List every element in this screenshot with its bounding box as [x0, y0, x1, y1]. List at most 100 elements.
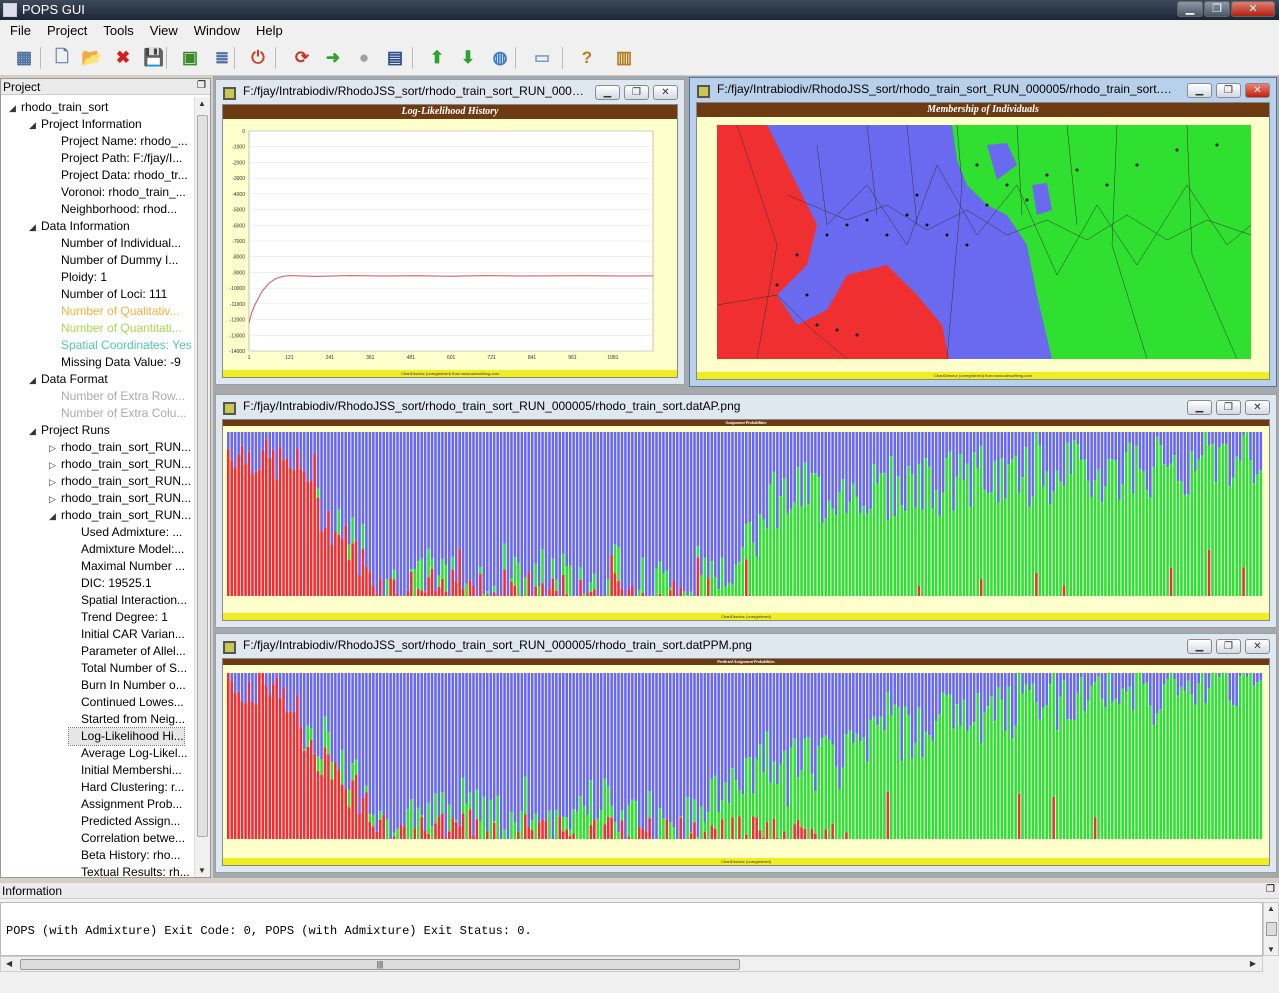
tree-item[interactable]: Spatial Interaction...: [69, 592, 187, 609]
tree-item[interactable]: Number of Loci: 111: [49, 286, 167, 303]
menu-view[interactable]: View: [142, 23, 186, 38]
scroll-left-icon[interactable]: ◀: [6, 959, 12, 968]
tree-item[interactable]: Initial Membershi...: [69, 762, 182, 779]
sub-maximize-button[interactable]: ❐: [1216, 400, 1241, 415]
expand-arrow-icon[interactable]: ◢: [49, 508, 61, 525]
scroll-up-icon[interactable]: ▲: [198, 99, 206, 108]
info-vscroll-thumb[interactable]: [1266, 922, 1277, 936]
new-project-icon[interactable]: 🗋: [50, 46, 74, 70]
menu-help[interactable]: Help: [248, 23, 291, 38]
menu-tools[interactable]: Tools: [95, 23, 141, 38]
sub-close-button[interactable]: ✕: [653, 85, 678, 100]
tree-item[interactable]: ▷ rhodo_train_sort_RUN...: [49, 490, 191, 507]
ppm-subwindow[interactable]: F:/fjay/Intrabiodiv/RhodoJSS_sort/rhodo_…: [215, 633, 1277, 873]
tree-item[interactable]: ▷ rhodo_train_sort_RUN...: [49, 473, 191, 490]
tree-item[interactable]: Spatial Coordinates: Yes: [49, 337, 192, 354]
move-up-icon[interactable]: ⬆: [425, 46, 449, 70]
tree-scrollbar[interactable]: ▲ ▼: [194, 97, 210, 877]
sub-minimize-button[interactable]: ▁: [1187, 639, 1212, 654]
maximize-button[interactable]: ❐: [1204, 1, 1230, 17]
close-button[interactable]: ✕: [1231, 1, 1275, 17]
tree-item[interactable]: Assignment Prob...: [69, 796, 182, 813]
expand-arrow-icon[interactable]: ▷: [49, 491, 61, 508]
sub-minimize-button[interactable]: ▁: [595, 85, 620, 100]
info-horizontal-scrollbar[interactable]: ◀ ||| ▶: [0, 956, 1263, 972]
expand-arrow-icon[interactable]: ◢: [29, 219, 41, 236]
expand-arrow-icon[interactable]: ▷: [49, 474, 61, 491]
information-text[interactable]: POPS (with Admixture) Exit Code: 0, POPS…: [0, 902, 1263, 956]
sub-minimize-button[interactable]: ▁: [1187, 83, 1212, 98]
close-project-icon[interactable]: ✖: [111, 46, 135, 70]
sub-maximize-button[interactable]: ❐: [624, 85, 649, 100]
menu-project[interactable]: Project: [39, 23, 95, 38]
tree-item[interactable]: Number of Extra Colu...: [49, 405, 186, 422]
scroll-right-icon[interactable]: ▶: [1250, 959, 1256, 968]
expand-arrow-icon[interactable]: ◢: [29, 372, 41, 389]
scroll-down-icon[interactable]: ▼: [1267, 945, 1275, 954]
tree-item[interactable]: Total Number of S...: [69, 660, 187, 677]
tree-item[interactable]: Voronoi: rhodo_train_...: [49, 184, 186, 201]
project-tree[interactable]: ◢ rhodo_train_sort ◢ Project Information Pro…: [1, 97, 194, 877]
expand-arrow-icon[interactable]: ◢: [29, 423, 41, 440]
open-project-icon[interactable]: 📂: [80, 46, 104, 70]
tree-item[interactable]: Continued Lowes...: [69, 694, 184, 711]
info-hscroll-thumb[interactable]: |||: [20, 959, 740, 970]
voronoi-subwindow[interactable]: F:/fjay/Intrabiodiv/RhodoJSS_sort/rhodo_…: [689, 77, 1277, 387]
tree-item[interactable]: Number of Qualitativ...: [49, 303, 180, 320]
scroll-up-icon[interactable]: ▲: [1267, 904, 1275, 913]
stop-icon[interactable]: ⏻: [246, 46, 270, 70]
menu-file[interactable]: File: [2, 23, 39, 38]
tree-item[interactable]: Textual Results: rh...: [69, 864, 190, 877]
scroll-down-icon[interactable]: ▼: [198, 866, 206, 875]
sub-maximize-button[interactable]: ❐: [1216, 639, 1241, 654]
loglik-subwindow[interactable]: F:/fjay/Intrabiodiv/RhodoJSS_sort/rhodo_…: [215, 79, 685, 385]
tree-item[interactable]: Parameter of Allel...: [69, 643, 186, 660]
tree-item[interactable]: DIC: 19525.1: [69, 575, 152, 592]
save-project-icon[interactable]: 💾: [142, 46, 166, 70]
sub-maximize-button[interactable]: ❐: [1216, 83, 1241, 98]
data-view-icon[interactable]: ▣: [178, 46, 202, 70]
ap-subwindow[interactable]: F:/fjay/Intrabiodiv/RhodoJSS_sort/rhodo_…: [215, 394, 1277, 628]
tree-item[interactable]: ◢ Project Runs: [29, 422, 110, 439]
tree-item[interactable]: Beta History: rho...: [69, 847, 180, 864]
tree-item[interactable]: Initial CAR Varian...: [69, 626, 185, 643]
tree-item[interactable]: Missing Data Value: -9: [49, 354, 181, 371]
minimize-button[interactable]: ▁: [1177, 1, 1203, 17]
float-panel-icon[interactable]: ❐: [1266, 884, 1275, 895]
tree-item[interactable]: Used Admixture: ...: [69, 524, 182, 541]
tree-item[interactable]: ◢ Data Information: [29, 218, 130, 235]
tree-item[interactable]: Maximal Number ...: [69, 558, 185, 575]
tree-item[interactable]: Started from Neig...: [69, 711, 185, 728]
move-down-icon[interactable]: ⬇: [456, 46, 480, 70]
sub-minimize-button[interactable]: ▁: [1187, 400, 1212, 415]
tree-item[interactable]: Burn In Number o...: [69, 677, 186, 694]
tree-item[interactable]: Neighborhood: rhod...: [49, 201, 177, 218]
text-view-icon[interactable]: ≣: [210, 46, 234, 70]
tree-item[interactable]: ▷ rhodo_train_sort_RUN...: [49, 456, 191, 473]
tree-item[interactable]: Trend Degree: 1: [69, 609, 168, 626]
info-vertical-scrollbar[interactable]: ▲ ▼: [1263, 902, 1279, 956]
tree-item[interactable]: Log-Likelihood Hi...: [68, 727, 185, 746]
expand-arrow-icon[interactable]: ▷: [49, 440, 61, 457]
tree-item[interactable]: Ploidy: 1: [49, 269, 107, 286]
tree-item[interactable]: ◢ Data Format: [29, 371, 108, 388]
tree-item[interactable]: ▷ rhodo_train_sort_RUN...: [49, 439, 191, 456]
tree-item[interactable]: ◢ rhodo_train_sort_RUN...: [49, 507, 191, 524]
tree-item[interactable]: Predicted Assign...: [69, 813, 180, 830]
tree-item[interactable]: ◢ Project Information: [29, 116, 142, 133]
float-panel-icon[interactable]: ❐: [197, 80, 206, 91]
tree-item[interactable]: Hard Clustering: r...: [69, 779, 184, 796]
sub-close-button[interactable]: ✕: [1245, 400, 1270, 415]
tree-item[interactable]: Average Log-Likel...: [69, 745, 188, 762]
tile-windows-icon[interactable]: ▦: [12, 46, 36, 70]
tree-item[interactable]: Number of Extra Row...: [49, 388, 185, 405]
tree-item[interactable]: Correlation betwe...: [69, 830, 185, 847]
about-icon[interactable]: ▥: [612, 46, 636, 70]
tree-item[interactable]: Admixture Model:...: [69, 541, 184, 558]
globe-icon[interactable]: ◍: [488, 46, 512, 70]
tree-item[interactable]: Project Data: rhodo_tr...: [49, 167, 188, 184]
tree-item[interactable]: Number of Quantitati...: [49, 320, 182, 337]
expand-arrow-icon[interactable]: ◢: [9, 100, 21, 117]
tree-item[interactable]: Project Path: F:/fjay/I...: [49, 150, 182, 167]
sub-close-button[interactable]: ✕: [1245, 639, 1270, 654]
